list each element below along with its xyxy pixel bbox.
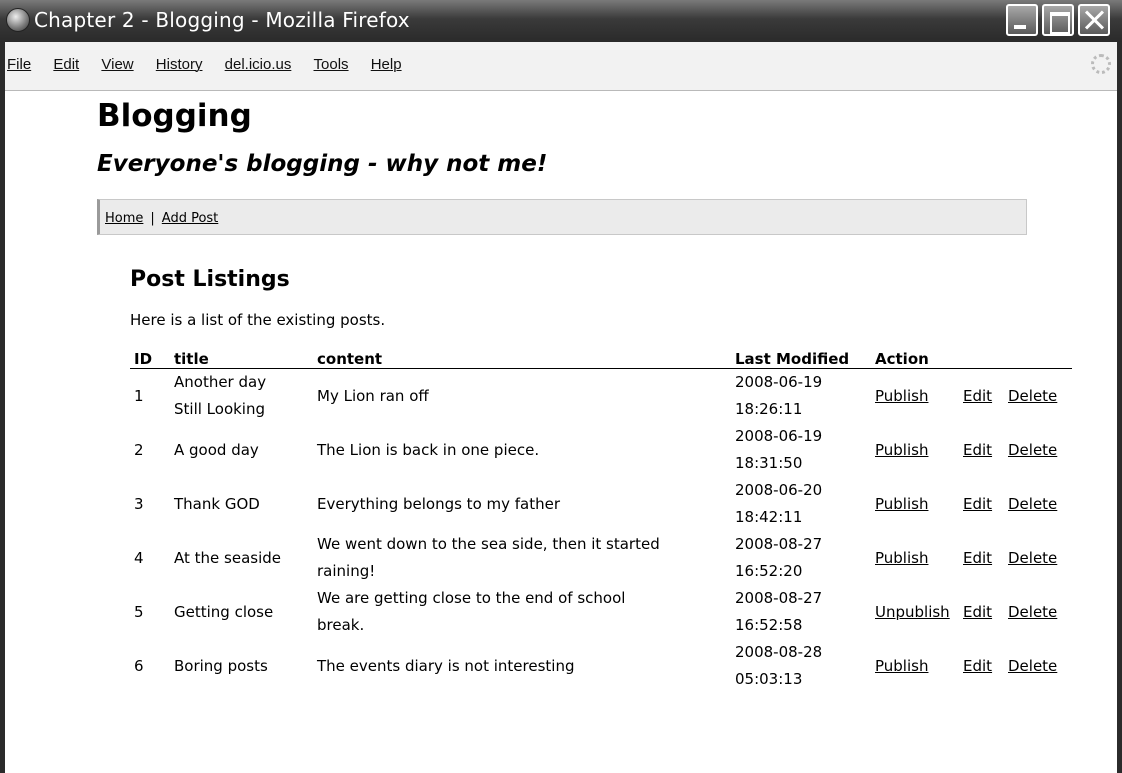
publish-link[interactable]: Publish [875, 387, 928, 405]
delete-link[interactable]: Delete [1008, 495, 1057, 513]
minimize-button[interactable] [1006, 4, 1038, 36]
cell-content: The events diary is not interesting [317, 656, 575, 675]
cell-title: At the seaside [174, 548, 281, 567]
cell-title: Another day Still Looking [174, 373, 267, 418]
menu-file[interactable]: File [7, 56, 31, 73]
publish-link[interactable]: Publish [875, 549, 928, 567]
edit-link[interactable]: Edit [963, 495, 992, 513]
page-intro: Here is a list of the existing posts. [130, 311, 386, 329]
publish-link[interactable]: Publish [875, 441, 928, 459]
browser-window: Chapter 2 - Blogging - Mozilla Firefox F… [0, 0, 1122, 773]
publish-link[interactable]: Publish [875, 495, 928, 513]
cell-content: We are getting close to the end of schoo… [317, 589, 626, 634]
throbber-icon [1091, 54, 1111, 74]
cell-id: 1 [134, 386, 144, 405]
delete-link[interactable]: Delete [1008, 387, 1057, 405]
cell-id: 5 [134, 602, 144, 621]
cell-title: A good day [174, 440, 259, 459]
cell-id: 3 [134, 494, 144, 513]
cell-last-modified: 2008-08-28 05:03:13 [735, 643, 823, 688]
menu-edit[interactable]: Edit [53, 56, 79, 73]
title-bar[interactable]: Chapter 2 - Blogging - Mozilla Firefox [0, 0, 1122, 42]
cell-last-modified: 2008-06-20 18:42:11 [735, 481, 823, 526]
unpublish-link[interactable]: Unpublish [875, 603, 950, 621]
menu-view[interactable]: View [101, 56, 133, 73]
cell-content: My Lion ran off [317, 386, 429, 405]
edit-link[interactable]: Edit [963, 603, 992, 621]
maximize-button[interactable] [1042, 4, 1074, 36]
add-post-link[interactable]: Add Post [162, 211, 219, 226]
delete-link[interactable]: Delete [1008, 549, 1057, 567]
cell-id: 2 [134, 440, 144, 459]
cell-title: Thank GOD [174, 494, 260, 513]
page-heading: Post Listings [130, 267, 290, 292]
page-content: Blogging Everyone's blogging - why not m… [5, 91, 1117, 773]
delete-link[interactable]: Delete [1008, 657, 1057, 675]
cell-content: We went down to the sea side, then it st… [317, 535, 660, 580]
home-link[interactable]: Home [105, 211, 143, 226]
menu-history[interactable]: History [156, 56, 203, 73]
cell-title: Getting close [174, 602, 274, 621]
cell-id: 6 [134, 656, 144, 675]
menu-tools[interactable]: Tools [314, 56, 349, 73]
table-row: 2 A good day The Lion is back in one pie… [130, 423, 1072, 477]
firefox-icon [6, 8, 30, 32]
cell-content: The Lion is back in one piece. [317, 440, 540, 459]
cell-title: Boring posts [174, 656, 268, 675]
header-content: content [313, 344, 731, 369]
table-header-row: ID title content Last Modified Action [130, 344, 1072, 369]
posts-table: ID title content Last Modified Action 1 … [130, 344, 1072, 693]
close-button[interactable] [1078, 4, 1110, 36]
publish-link[interactable]: Publish [875, 657, 928, 675]
header-id: ID [130, 344, 170, 369]
table-row: 6 Boring posts The events diary is not i… [130, 639, 1072, 693]
cell-content: Everything belongs to my father [317, 494, 561, 513]
cell-last-modified: 2008-06-19 18:26:11 [735, 373, 823, 418]
menu-bar: File Edit View History del.icio.us Tools… [5, 42, 1117, 91]
menu-help[interactable]: Help [371, 56, 402, 73]
delete-link[interactable]: Delete [1008, 603, 1057, 621]
header-title: title [170, 344, 313, 369]
cell-id: 4 [134, 548, 144, 567]
window-title: Chapter 2 - Blogging - Mozilla Firefox [34, 8, 410, 32]
cell-last-modified: 2008-08-27 16:52:58 [735, 589, 823, 634]
site-title: Blogging [97, 98, 252, 134]
menu-delicious[interactable]: del.icio.us [225, 56, 292, 73]
table-row: 4 At the seaside We went down to the sea… [130, 531, 1072, 585]
edit-link[interactable]: Edit [963, 441, 992, 459]
table-row: 3 Thank GOD Everything belongs to my fat… [130, 477, 1072, 531]
table-row: 5 Getting close We are getting close to … [130, 585, 1072, 639]
header-last-modified: Last Modified [731, 344, 871, 369]
table-row: 1 Another day Still Looking My Lion ran o… [130, 369, 1072, 424]
nav-bar: Home | Add Post [97, 199, 1027, 235]
cell-last-modified: 2008-08-27 16:52:20 [735, 535, 823, 580]
delete-link[interactable]: Delete [1008, 441, 1057, 459]
edit-link[interactable]: Edit [963, 387, 992, 405]
header-action: Action [871, 344, 959, 369]
edit-link[interactable]: Edit [963, 549, 992, 567]
nav-separator: | [150, 211, 155, 226]
site-subtitle: Everyone's blogging - why not me! [97, 151, 548, 177]
edit-link[interactable]: Edit [963, 657, 992, 675]
cell-last-modified: 2008-06-19 18:31:50 [735, 427, 823, 472]
